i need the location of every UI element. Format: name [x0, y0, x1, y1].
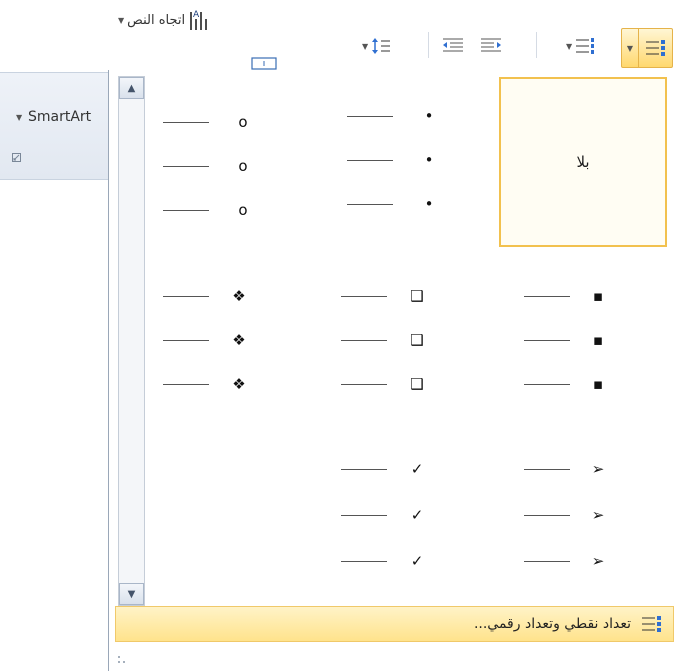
increase-indent-button[interactable] — [480, 36, 502, 56]
arrowhead-icon: ➢ — [591, 552, 605, 570]
separator — [428, 32, 429, 58]
four-diamond-icon: ❖ — [232, 375, 246, 393]
bullet-option-arrowhead[interactable]: ➢ ➢ ➢ — [504, 447, 674, 579]
text-direction-label: اتجاه النص — [127, 12, 186, 28]
hollow-circle-icon: o — [238, 201, 248, 219]
hollow-square-icon: ❑ — [410, 375, 424, 393]
bullet-option-black-square[interactable]: ▪ ▪ ▪ — [504, 274, 674, 406]
bullets-dropdown-arrow[interactable]: ▼ — [622, 29, 639, 67]
scroll-down-icon: ▼ — [127, 588, 136, 600]
black-square-icon: ▪ — [592, 375, 604, 393]
decrease-indent-button[interactable] — [442, 36, 464, 56]
black-square-icon: ▪ — [592, 331, 604, 349]
bullets-button[interactable]: ▼ — [621, 28, 673, 68]
bullet-none-label: بلا — [576, 153, 590, 171]
bullet-option-four-diamond[interactable]: ❖ ❖ ❖ — [147, 274, 317, 406]
line-spacing-icon — [372, 38, 391, 54]
bullets-icon — [642, 616, 661, 632]
chevron-down-icon: ▼ — [16, 113, 23, 122]
arrowhead-icon: ➢ — [591, 460, 605, 478]
svg-text:A: A — [193, 10, 200, 20]
hollow-square-icon: ❑ — [410, 287, 424, 305]
align-text-icon — [251, 57, 277, 70]
align-text-button[interactable] — [250, 52, 280, 70]
separator — [536, 32, 537, 58]
text-direction-icon: A — [190, 10, 207, 30]
black-square-icon: ▪ — [592, 287, 604, 305]
ribbon-paragraph-group: ▼ اتجاه النص A ▼ ▼ ▼ — [0, 0, 675, 72]
scroll-up-icon: ▲ — [127, 82, 136, 94]
decrease-indent-icon — [443, 38, 463, 52]
bullet-option-hollow-square[interactable]: ❑ ❑ ❑ — [321, 274, 491, 406]
check-mark-icon: ✓ — [410, 460, 424, 478]
arrowhead-icon: ➢ — [591, 506, 605, 524]
numbering-icon — [576, 38, 595, 54]
bullet-option-none[interactable]: بلا — [499, 77, 667, 247]
chevron-down-icon: ▼ — [118, 15, 125, 25]
text-direction-button[interactable]: ▼ اتجاه النص A — [118, 8, 210, 32]
check-mark-icon: ✓ — [410, 506, 424, 524]
hollow-square-icon: ❑ — [410, 331, 424, 349]
bullet-library-gallery: ▲ ▼ بلا • • • o o o ▪ ▪ ▪ ❑ ❑ ❑ ❖ ❖ ❖ ➢ … — [108, 70, 675, 671]
bullet-option-small-dot[interactable]: • • • — [319, 94, 489, 226]
four-diamond-icon: ❖ — [232, 331, 246, 349]
chevron-down-icon: ▼ — [626, 43, 634, 53]
define-bullets-menu-item[interactable]: تعداد نقطي وتعداد رقمي... — [115, 606, 674, 642]
convert-to-smartart-button[interactable]: SmartArt — [28, 109, 91, 125]
small-dot-icon: • — [424, 195, 434, 213]
chevron-down-icon: ▼ — [362, 41, 369, 51]
increase-indent-icon — [481, 38, 501, 52]
chevron-down-icon: ▼ — [566, 41, 573, 51]
hollow-circle-icon: o — [238, 157, 248, 175]
bullet-option-hollow-circle[interactable]: o o o — [147, 100, 317, 232]
four-diamond-icon: ❖ — [232, 287, 246, 305]
resize-grip-icon[interactable] — [117, 654, 129, 664]
line-spacing-button[interactable]: ▼ — [362, 36, 391, 56]
small-dot-icon: • — [424, 151, 434, 169]
check-mark-icon: ✓ — [410, 552, 424, 570]
scroll-up-button[interactable]: ▲ — [119, 77, 144, 99]
ribbon-group-fragment: ▼ SmartArt — [0, 72, 108, 180]
small-dot-icon: • — [424, 107, 434, 125]
numbering-button[interactable]: ▼ — [566, 36, 597, 56]
scroll-down-button[interactable]: ▼ — [119, 583, 144, 605]
define-bullets-label: تعداد نقطي وتعداد رقمي... — [473, 616, 631, 632]
dialog-launcher-icon[interactable] — [12, 153, 21, 162]
gallery-scrollbar[interactable]: ▲ ▼ — [118, 76, 145, 606]
bullet-option-check-mark[interactable]: ✓ ✓ ✓ — [321, 447, 491, 579]
bullets-icon — [645, 40, 665, 56]
hollow-circle-icon: o — [238, 113, 248, 131]
